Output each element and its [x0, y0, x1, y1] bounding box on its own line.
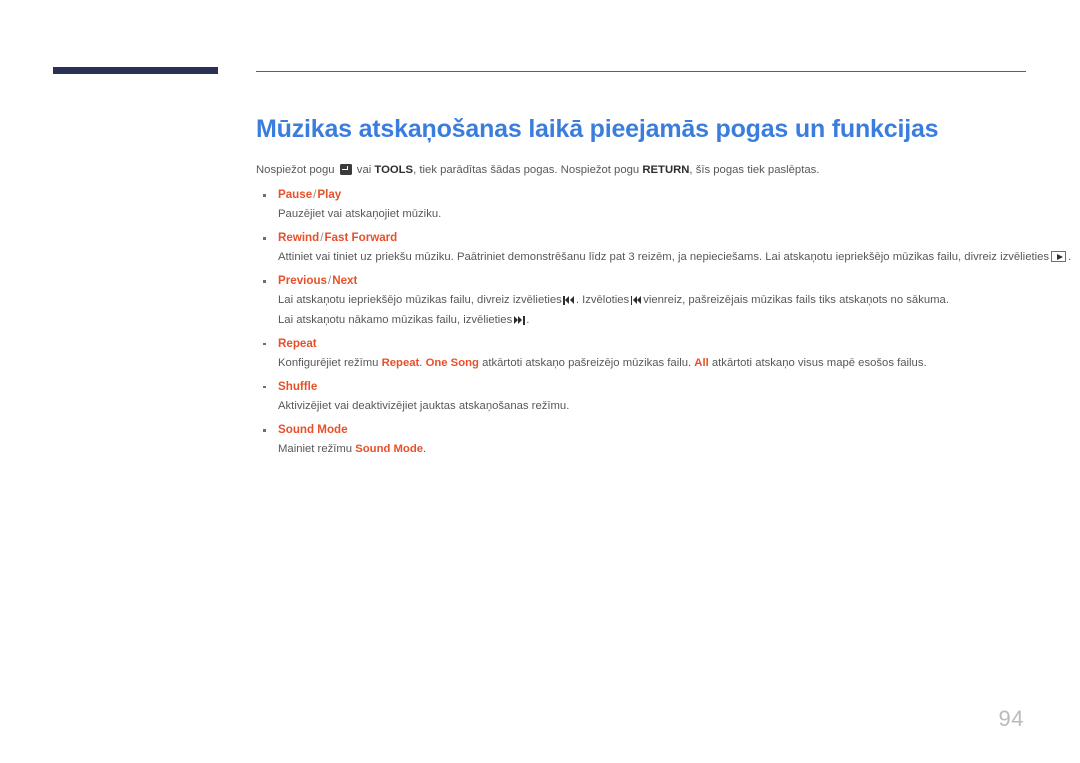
list-item: Repeat Konfigurējiet režīmu Repeat. One …: [256, 336, 1031, 372]
list-item: Previous/Next Lai atskaņotu iepriekšējo …: [256, 273, 1031, 328]
description-text-tail: .: [423, 442, 427, 455]
bullet-icon: [263, 280, 266, 283]
item-description: Lai atskaņotu iepriekšējo mūzikas failu,…: [256, 291, 1031, 309]
description-text-mid: . Izvēloties: [575, 294, 630, 307]
item-label-alt: Fast Forward: [324, 231, 398, 245]
list-item: Sound Mode Mainiet režīmu Sound Mode.: [256, 422, 1031, 458]
item-description: Aktivizējiet vai deaktivizējiet jauktas …: [256, 397, 1031, 415]
item-label-main: Shuffle: [278, 379, 318, 393]
repeat-mode-label: Repeat: [381, 356, 420, 369]
skip-previous-icon: [563, 296, 574, 306]
intro-paragraph: Nospiežot pogu vai TOOLS, tiek parādītas…: [256, 162, 1031, 179]
description-text: Mainiet režīmu: [278, 442, 353, 455]
document-page: Mūzikas atskaņošanas laikā pieejamās pog…: [0, 0, 1080, 763]
intro-text-4: , šīs pogas tiek paslēptas.: [689, 164, 820, 177]
bullet-icon: [263, 385, 266, 389]
description-text: Lai atskaņotu iepriekšējo mūzikas failu,…: [278, 294, 562, 307]
description-text: Konfigurējiet režīmu: [278, 356, 379, 369]
intro-text-2: vai: [356, 164, 372, 177]
description-text: Attiniet vai tiniet uz priekšu mūziku. P…: [278, 251, 1050, 264]
description-text-tail: atkārtoti atskaņo visus mapē esošos fail…: [711, 356, 927, 369]
item-heading-previous-next: Previous/Next: [256, 273, 1031, 290]
item-label-alt: Next: [332, 274, 358, 288]
item-heading-sound-mode: Sound Mode: [256, 422, 1031, 439]
item-heading-pause-play: Pause/Play: [256, 187, 1031, 204]
page-title: Mūzikas atskaņošanas laikā pieejamās pog…: [256, 114, 939, 143]
bullet-icon: [263, 194, 266, 197]
item-description: Lai atskaņotu nākamo mūzikas failu, izvē…: [256, 311, 1031, 329]
item-label-main: Previous: [278, 274, 327, 288]
header-accent-bar: [53, 67, 218, 74]
description-text-mid2: atkārtoti atskaņo pašreizējo mūzikas fai…: [482, 356, 692, 369]
all-mode-label: All: [694, 356, 709, 369]
item-description: Attiniet vai tiniet uz priekšu mūziku. P…: [256, 248, 1071, 266]
item-label-main: Sound Mode: [278, 423, 348, 436]
page-number: 94: [998, 706, 1024, 731]
description-text-tail: .: [1068, 251, 1072, 264]
skip-previous-icon: [630, 296, 642, 306]
play-button-icon: [1051, 251, 1067, 263]
description-text-tail: vienreiz, pašreizējais mūzikas fails tik…: [643, 294, 949, 307]
item-heading-shuffle: Shuffle: [256, 379, 1031, 396]
item-heading-rewind-fast-forward: Rewind/Fast Forward: [256, 230, 1031, 247]
description-text: Lai atskaņotu nākamo mūzikas failu, izvē…: [278, 313, 513, 326]
item-label-main: Repeat: [278, 336, 317, 350]
header-divider-rule: [256, 71, 1026, 72]
description-text: Pauzējiet vai atskaņojiet mūziku.: [278, 208, 442, 221]
item-description: Pauzējiet vai atskaņojiet mūziku.: [256, 205, 1031, 223]
list-item: Rewind/Fast Forward Attiniet vai tiniet …: [256, 230, 1071, 266]
page-content: Nospiežot pogu vai TOOLS, tiek parādītas…: [256, 151, 1071, 458]
one-song-mode-label: One Song: [425, 356, 479, 369]
intro-text-3: , tiek parādītas šādas pogas. Nospiežot …: [413, 164, 640, 177]
bullet-icon: [263, 342, 266, 346]
item-label-main: Pause: [278, 188, 313, 202]
bullet-icon: [263, 237, 266, 240]
list-item: Shuffle Aktivizējiet vai deaktivizējiet …: [256, 379, 1031, 415]
enter-key-icon: [339, 164, 352, 176]
item-label-alt: Play: [317, 188, 342, 202]
description-text-tail: .: [526, 313, 530, 326]
skip-next-icon: [513, 315, 525, 325]
item-heading-repeat: Repeat: [256, 336, 1031, 353]
sound-mode-label: Sound Mode: [355, 442, 424, 455]
item-description: Konfigurējiet režīmu Repeat. One Song at…: [256, 354, 1031, 372]
description-text-mid1: .: [419, 356, 423, 369]
tools-button-label: TOOLS: [374, 164, 414, 177]
item-label-main: Rewind: [278, 231, 320, 245]
bullet-icon: [263, 429, 266, 432]
list-item: Pause/Play Pauzējiet vai atskaņojiet mūz…: [256, 187, 1031, 223]
description-text: Aktivizējiet vai deaktivizējiet jauktas …: [278, 399, 570, 412]
return-button-label: RETURN: [642, 164, 690, 177]
item-description: Mainiet režīmu Sound Mode.: [256, 440, 1031, 458]
intro-text-1: Nospiežot pogu: [256, 164, 335, 177]
